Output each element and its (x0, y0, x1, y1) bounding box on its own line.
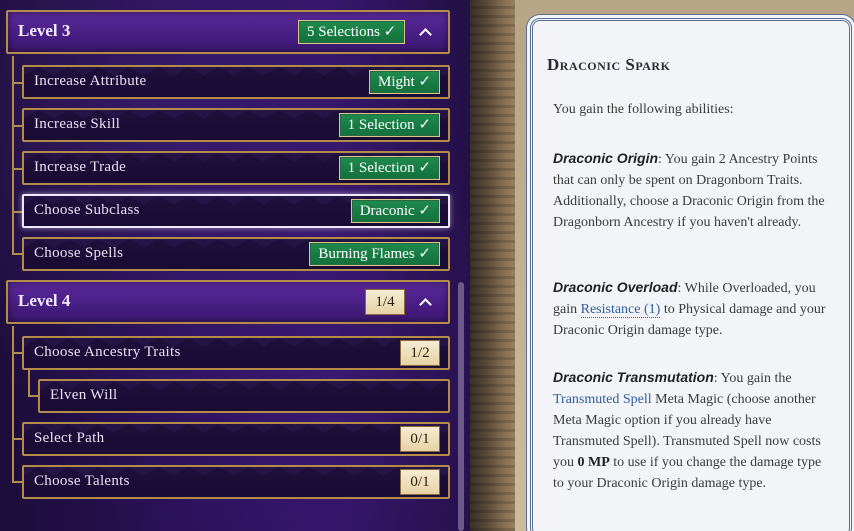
tree-line (12, 253, 22, 255)
detail-card: Draconic Spark You gain the following ab… (530, 18, 852, 531)
row-increase-skill[interactable]: Increase Skill 1 Selection ✓ (22, 108, 450, 142)
row-choose-subclass[interactable]: Choose Subclass Draconic ✓ (22, 194, 450, 228)
chevron-up-icon[interactable] (418, 24, 434, 40)
level-4-header[interactable]: Level 4 1/4 (6, 280, 450, 324)
row-label: Choose Ancestry Traits (34, 344, 181, 360)
ancestry-progress-badge: 1/2 (400, 340, 440, 366)
row-label: Increase Trade (34, 159, 127, 175)
row-label: Choose Spells (34, 245, 124, 261)
row-elven-will[interactable]: Elven Will (38, 379, 450, 413)
tree-line (12, 326, 14, 482)
spells-badge: Burning Flames ✓ (309, 242, 440, 266)
tree-line (12, 481, 22, 483)
talents-progress-badge: 0/1 (400, 469, 440, 495)
row-label: Choose Talents (34, 473, 130, 489)
tree-line (12, 211, 22, 213)
level-4-title: Level 4 (18, 291, 71, 310)
scrollbar[interactable] (458, 282, 464, 531)
tree-line (12, 125, 22, 127)
draconic-origin-paragraph: Draconic Origin: You gain 2 Ancestry Poi… (553, 148, 833, 233)
level-list-panel: Level 3 5 Selections ✓ Increase Attribut… (0, 0, 470, 531)
detail-intro: You gain the following abilities: (553, 102, 734, 117)
row-choose-talents[interactable]: Choose Talents 0/1 (22, 465, 450, 499)
row-label: Increase Skill (34, 116, 121, 132)
detail-title: Draconic Spark (547, 55, 671, 74)
detail-panel: Draconic Spark You gain the following ab… (515, 0, 854, 531)
tree-line (12, 168, 22, 170)
row-label: Select Path (34, 430, 105, 446)
path-progress-badge: 0/1 (400, 426, 440, 452)
tree-line (12, 56, 14, 254)
level-3-title: Level 3 (18, 21, 71, 40)
might-badge: Might ✓ (369, 70, 440, 94)
subclass-badge: Draconic ✓ (350, 199, 440, 223)
draconic-transmutation-paragraph: Draconic Transmutation: You gain the Tra… (553, 367, 833, 494)
row-label: Choose Subclass (34, 202, 140, 218)
transmuted-spell-link[interactable]: Transmuted Spell (553, 392, 652, 407)
resistance-link[interactable]: Resistance (1) (580, 302, 661, 318)
row-label: Increase Attribute (34, 73, 147, 89)
row-select-path[interactable]: Select Path 0/1 (22, 422, 450, 456)
trans-text-a: : You gain the (713, 371, 792, 386)
origin-name: Draconic Origin (553, 150, 659, 166)
row-choose-ancestry-traits[interactable]: Choose Ancestry Traits 1/2 (22, 336, 450, 370)
trade-selection-badge: 1 Selection ✓ (338, 156, 440, 180)
level-4-progress-badge: 1/4 (365, 289, 405, 315)
level-3-selections-badge: 5 Selections ✓ (298, 20, 406, 44)
tree-line (12, 352, 22, 354)
tree-line (28, 370, 30, 396)
skill-selection-badge: 1 Selection ✓ (338, 113, 440, 137)
row-choose-spells[interactable]: Choose Spells Burning Flames ✓ (22, 237, 450, 271)
overload-name: Draconic Overload (553, 279, 678, 295)
tree-line (12, 438, 22, 440)
trans-name: Draconic Transmutation (553, 369, 714, 385)
mp-cost: 0 MP (577, 455, 610, 470)
row-increase-attribute[interactable]: Increase Attribute Might ✓ (22, 65, 450, 99)
tree-line (12, 82, 22, 84)
level-3-header[interactable]: Level 3 5 Selections ✓ (6, 10, 450, 54)
row-label: Elven Will (50, 387, 118, 403)
row-increase-trade[interactable]: Increase Trade 1 Selection ✓ (22, 151, 450, 185)
tree-line (28, 395, 38, 397)
draconic-overload-paragraph: Draconic Overload: While Overloaded, you… (553, 277, 833, 341)
chevron-up-icon[interactable] (418, 294, 434, 310)
